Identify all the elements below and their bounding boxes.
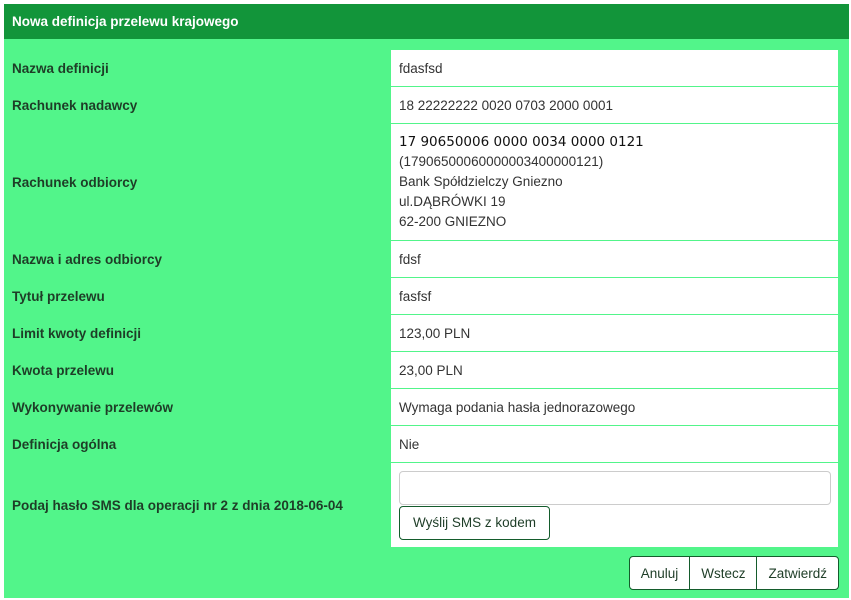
transfer-amount-value: 23,00 PLN xyxy=(391,352,838,389)
row-recipient-account: Rachunek odbiorcy 17 90650006 0000 0034 … xyxy=(4,124,849,241)
recipient-account-raw: (17906500060000003400000121) xyxy=(399,154,604,169)
form-actions: Anuluj Wstecz Zatwierdź xyxy=(628,556,839,590)
sms-code-input[interactable] xyxy=(399,470,831,505)
back-button[interactable]: Wstecz xyxy=(689,556,758,590)
recipient-bank-name: Bank Spółdzielczy Gniezno xyxy=(399,174,563,189)
definition-limit-value: 123,00 PLN xyxy=(391,315,838,352)
definition-name-label: Nazwa definicji xyxy=(12,61,109,76)
execution-mode-value: Wymaga podania hasła jednorazowego xyxy=(391,389,838,426)
sender-account-value: 18 22222222 0020 0703 2000 0001 xyxy=(391,87,838,124)
transfer-title-value: fasfsf xyxy=(391,278,838,315)
sender-account-label: Rachunek nadawcy xyxy=(12,98,138,113)
recipient-name-label: Nazwa i adres odbiorcy xyxy=(12,252,163,267)
definition-limit-label: Limit kwoty definicji xyxy=(12,326,142,341)
panel-title: Nowa definicja przelewu krajowego xyxy=(4,4,849,39)
general-definition-label: Definicja ogólna xyxy=(12,437,117,452)
transfer-definition-panel: Nowa definicja przelewu krajowego Nazwa … xyxy=(4,4,849,598)
sms-code-cell: Wyślij SMS z kodem xyxy=(391,463,838,548)
definition-form: Nazwa definicji fdasfsd Rachunek nadawcy… xyxy=(4,50,849,548)
recipient-name-value: fdsf xyxy=(391,241,838,278)
transfer-amount-label: Kwota przelewu xyxy=(12,363,115,378)
row-transfer-amount: Kwota przelewu 23,00 PLN xyxy=(4,352,849,389)
row-transfer-title: Tytuł przelewu fasfsf xyxy=(4,278,849,315)
sms-code-label: Podaj hasło SMS dla operacji nr 2 z dnia… xyxy=(12,498,343,513)
recipient-bank-street: ul.DĄBRÓWKI 19 xyxy=(399,194,506,209)
confirm-button[interactable]: Zatwierdź xyxy=(756,556,839,590)
cancel-button[interactable]: Anuluj xyxy=(628,556,691,590)
row-sender-account: Rachunek nadawcy 18 22222222 0020 0703 2… xyxy=(4,87,849,124)
recipient-account-label: Rachunek odbiorcy xyxy=(12,175,138,190)
row-definition-limit: Limit kwoty definicji 123,00 PLN xyxy=(4,315,849,352)
recipient-account-value: 17 90650006 0000 0034 0000 0121 (1790650… xyxy=(391,124,838,241)
row-recipient-name: Nazwa i adres odbiorcy fdsf xyxy=(4,241,849,278)
execution-mode-label: Wykonywanie przelewów xyxy=(12,400,174,415)
send-sms-button[interactable]: Wyślij SMS z kodem xyxy=(399,505,550,540)
row-sms-code: Podaj hasło SMS dla operacji nr 2 z dnia… xyxy=(4,463,849,548)
recipient-bank-city: 62-200 GNIEZNO xyxy=(399,214,507,229)
row-execution-mode: Wykonywanie przelewów Wymaga podania has… xyxy=(4,389,849,426)
row-general-definition: Definicja ogólna Nie xyxy=(4,426,849,463)
definition-name-value: fdasfsd xyxy=(391,50,838,87)
row-definition-name: Nazwa definicji fdasfsd xyxy=(4,50,849,87)
transfer-title-label: Tytuł przelewu xyxy=(12,289,105,304)
general-definition-value: Nie xyxy=(391,426,838,463)
recipient-account-number: 17 90650006 0000 0034 0000 0121 xyxy=(399,134,644,150)
